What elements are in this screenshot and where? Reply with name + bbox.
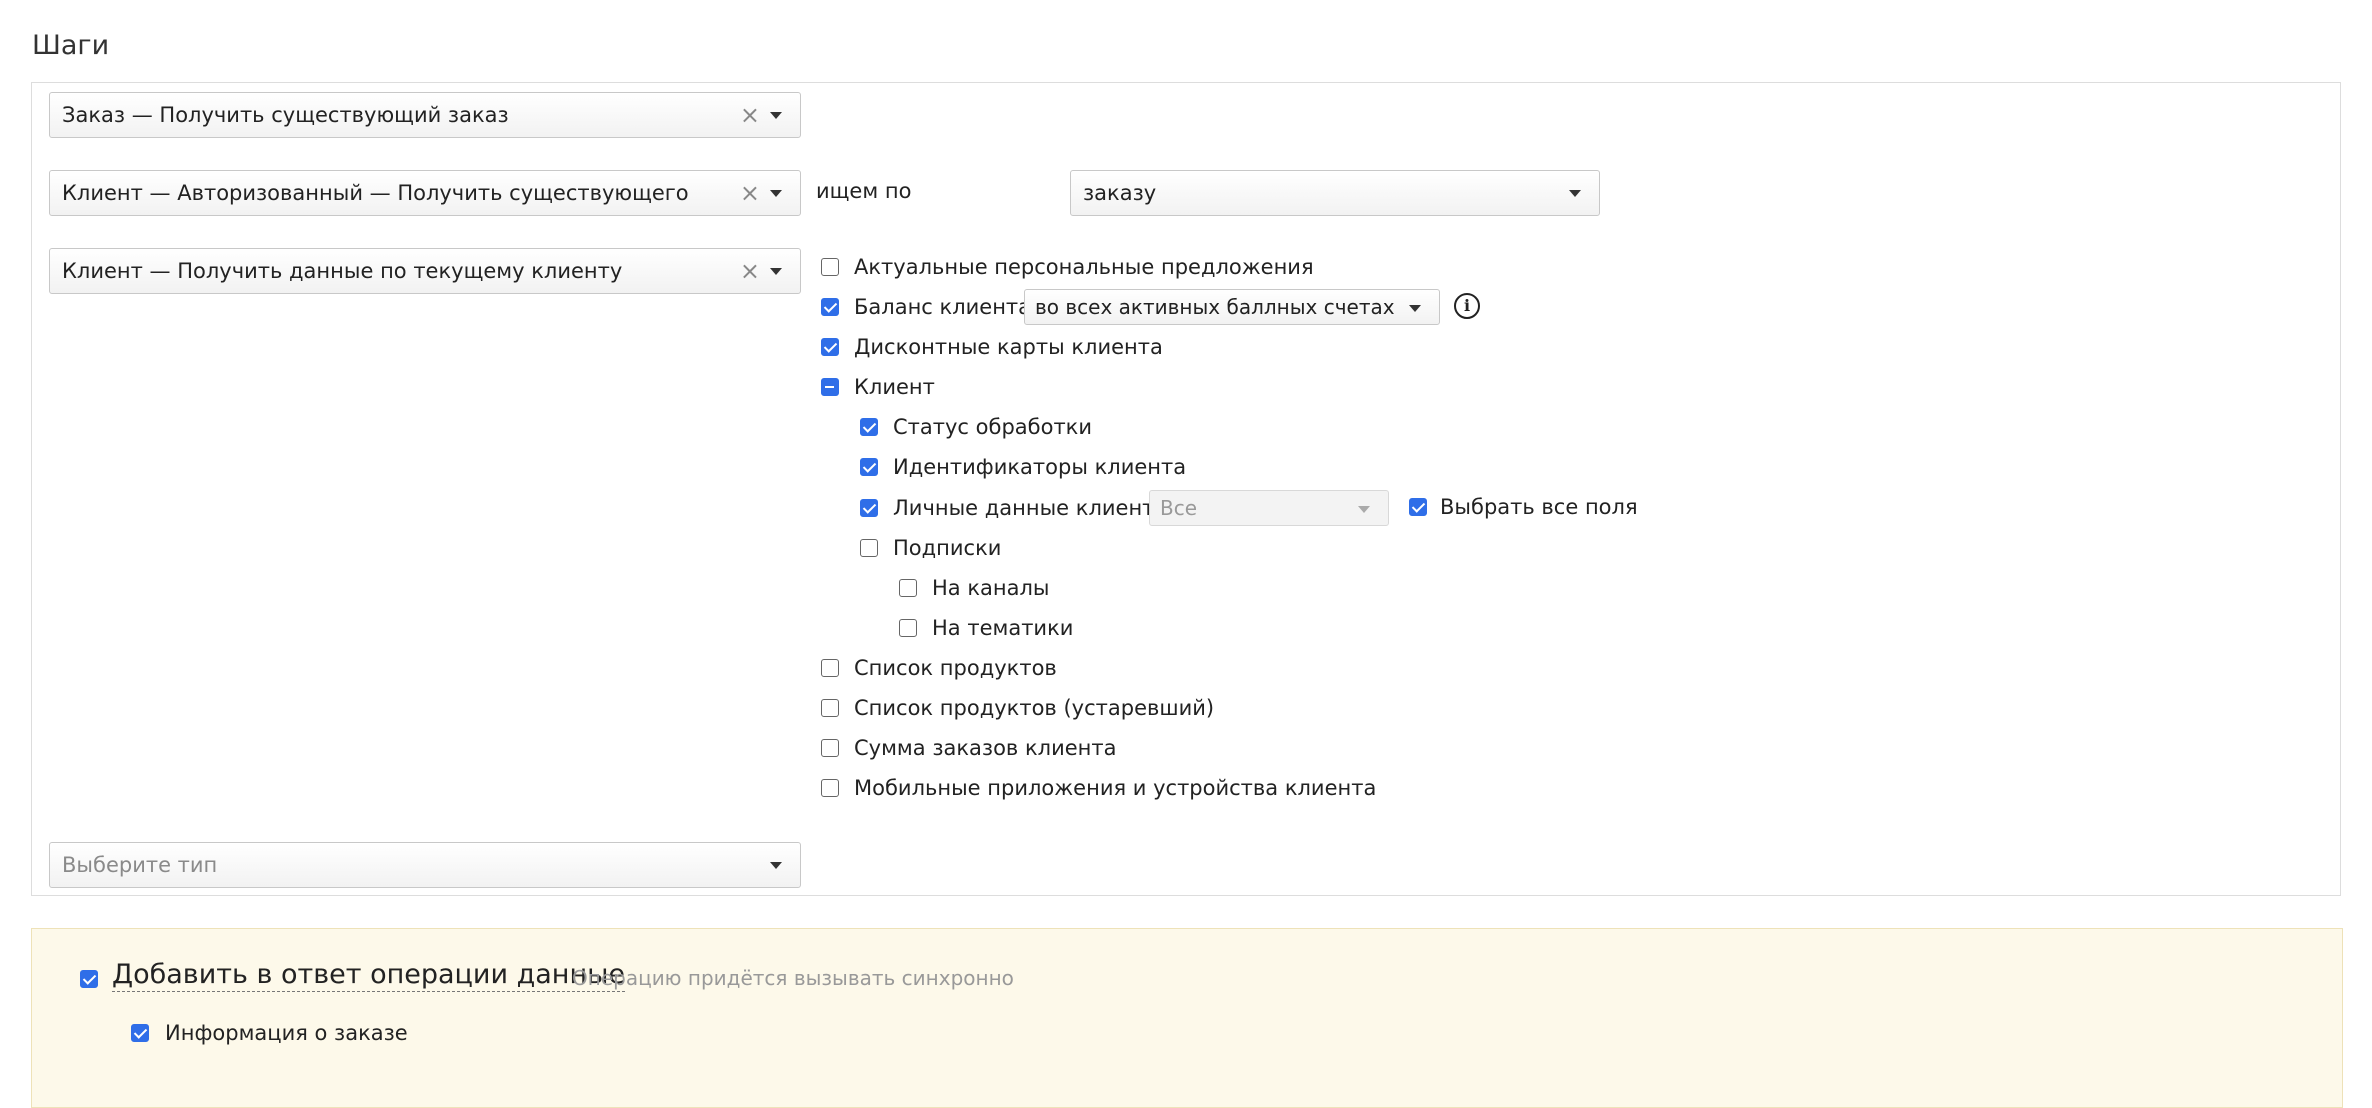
orders-sum-checkbox[interactable] [821,739,839,757]
chevron-down-icon [770,862,782,869]
balance-checkbox[interactable] [821,298,839,316]
clear-icon[interactable]: × [740,93,760,137]
step-3-value: Клиент — Получить данные по текущему кли… [62,259,623,283]
clear-icon[interactable]: × [740,249,760,293]
search-by-value: заказу [1083,181,1157,205]
topics-checkbox[interactable] [899,619,917,637]
chevron-down-icon [770,268,782,275]
order-info-checkbox[interactable] [131,1024,149,1042]
balance-scope-value: во всех активных баллных счетах [1035,295,1395,319]
subscriptions-checkbox[interactable] [860,539,878,557]
search-by-select[interactable]: заказу [1070,170,1600,216]
discount-cards-label: Дисконтные карты клиента [854,335,1163,359]
product-list-old-checkbox[interactable] [821,699,839,717]
sync-hint: Операцию придётся вызывать синхронно [572,966,1014,990]
section-title: Шаги [32,30,110,61]
chevron-down-icon [770,190,782,197]
channels-checkbox[interactable] [899,579,917,597]
product-list-label: Список продуктов [854,656,1057,680]
step-2-value: Клиент — Авторизованный — Получить сущес… [62,181,689,205]
personal-data-fields-select[interactable]: Все [1149,490,1389,526]
order-info-label: Информация о заказе [165,1021,408,1045]
steps-panel: Заказ — Получить существующий заказ × Кл… [31,82,2341,896]
product-list-old-label: Список продуктов (устаревший) [854,696,1215,720]
add-response-data-label[interactable]: Добавить в ответ операции данные [112,959,626,992]
info-icon[interactable]: i [1454,293,1480,319]
clear-icon[interactable]: × [740,171,760,215]
client-label: Клиент [854,375,935,399]
new-step-select[interactable]: Выберите тип [49,842,801,888]
discount-cards-checkbox[interactable] [821,338,839,356]
step-1-value: Заказ — Получить существующий заказ [62,103,509,127]
personal-data-fields-value: Все [1160,496,1198,520]
personal-offers-checkbox[interactable] [821,258,839,276]
processing-status-checkbox[interactable] [860,418,878,436]
personal-data-label: Личные данные клиента [893,496,1168,520]
client-ids-checkbox[interactable] [860,458,878,476]
step-1-select[interactable]: Заказ — Получить существующий заказ × [49,92,801,138]
step-3-select[interactable]: Клиент — Получить данные по текущему кли… [49,248,801,294]
channels-label: На каналы [932,576,1050,600]
select-all-fields-label: Выбрать все поля [1440,495,1638,519]
chevron-down-icon [770,112,782,119]
mobile-apps-checkbox[interactable] [821,779,839,797]
step-2-select[interactable]: Клиент — Авторизованный — Получить сущес… [49,170,801,216]
balance-label: Баланс клиента [854,295,1032,319]
chevron-down-icon [1409,305,1421,312]
client-ids-label: Идентификаторы клиента [893,455,1187,479]
orders-sum-label: Сумма заказов клиента [854,736,1117,760]
client-checkbox[interactable] [821,378,839,396]
balance-scope-select[interactable]: во всех активных баллных счетах [1024,289,1440,325]
product-list-checkbox[interactable] [821,659,839,677]
search-by-label: ищем по [816,179,912,203]
processing-status-label: Статус обработки [893,415,1093,439]
new-step-placeholder: Выберите тип [62,853,218,877]
mobile-apps-label: Мобильные приложения и устройства клиент… [854,776,1377,800]
add-response-data-checkbox[interactable] [80,970,98,988]
response-data-notice: Добавить в ответ операции данные Операци… [31,928,2343,1108]
personal-data-checkbox[interactable] [860,499,878,517]
subscriptions-label: Подписки [893,536,1002,560]
chevron-down-icon [1569,190,1581,197]
topics-label: На тематики [932,616,1074,640]
personal-offers-label: Актуальные персональные предложения [854,255,1314,279]
chevron-down-icon [1358,506,1370,513]
select-all-fields-checkbox[interactable] [1409,498,1427,516]
